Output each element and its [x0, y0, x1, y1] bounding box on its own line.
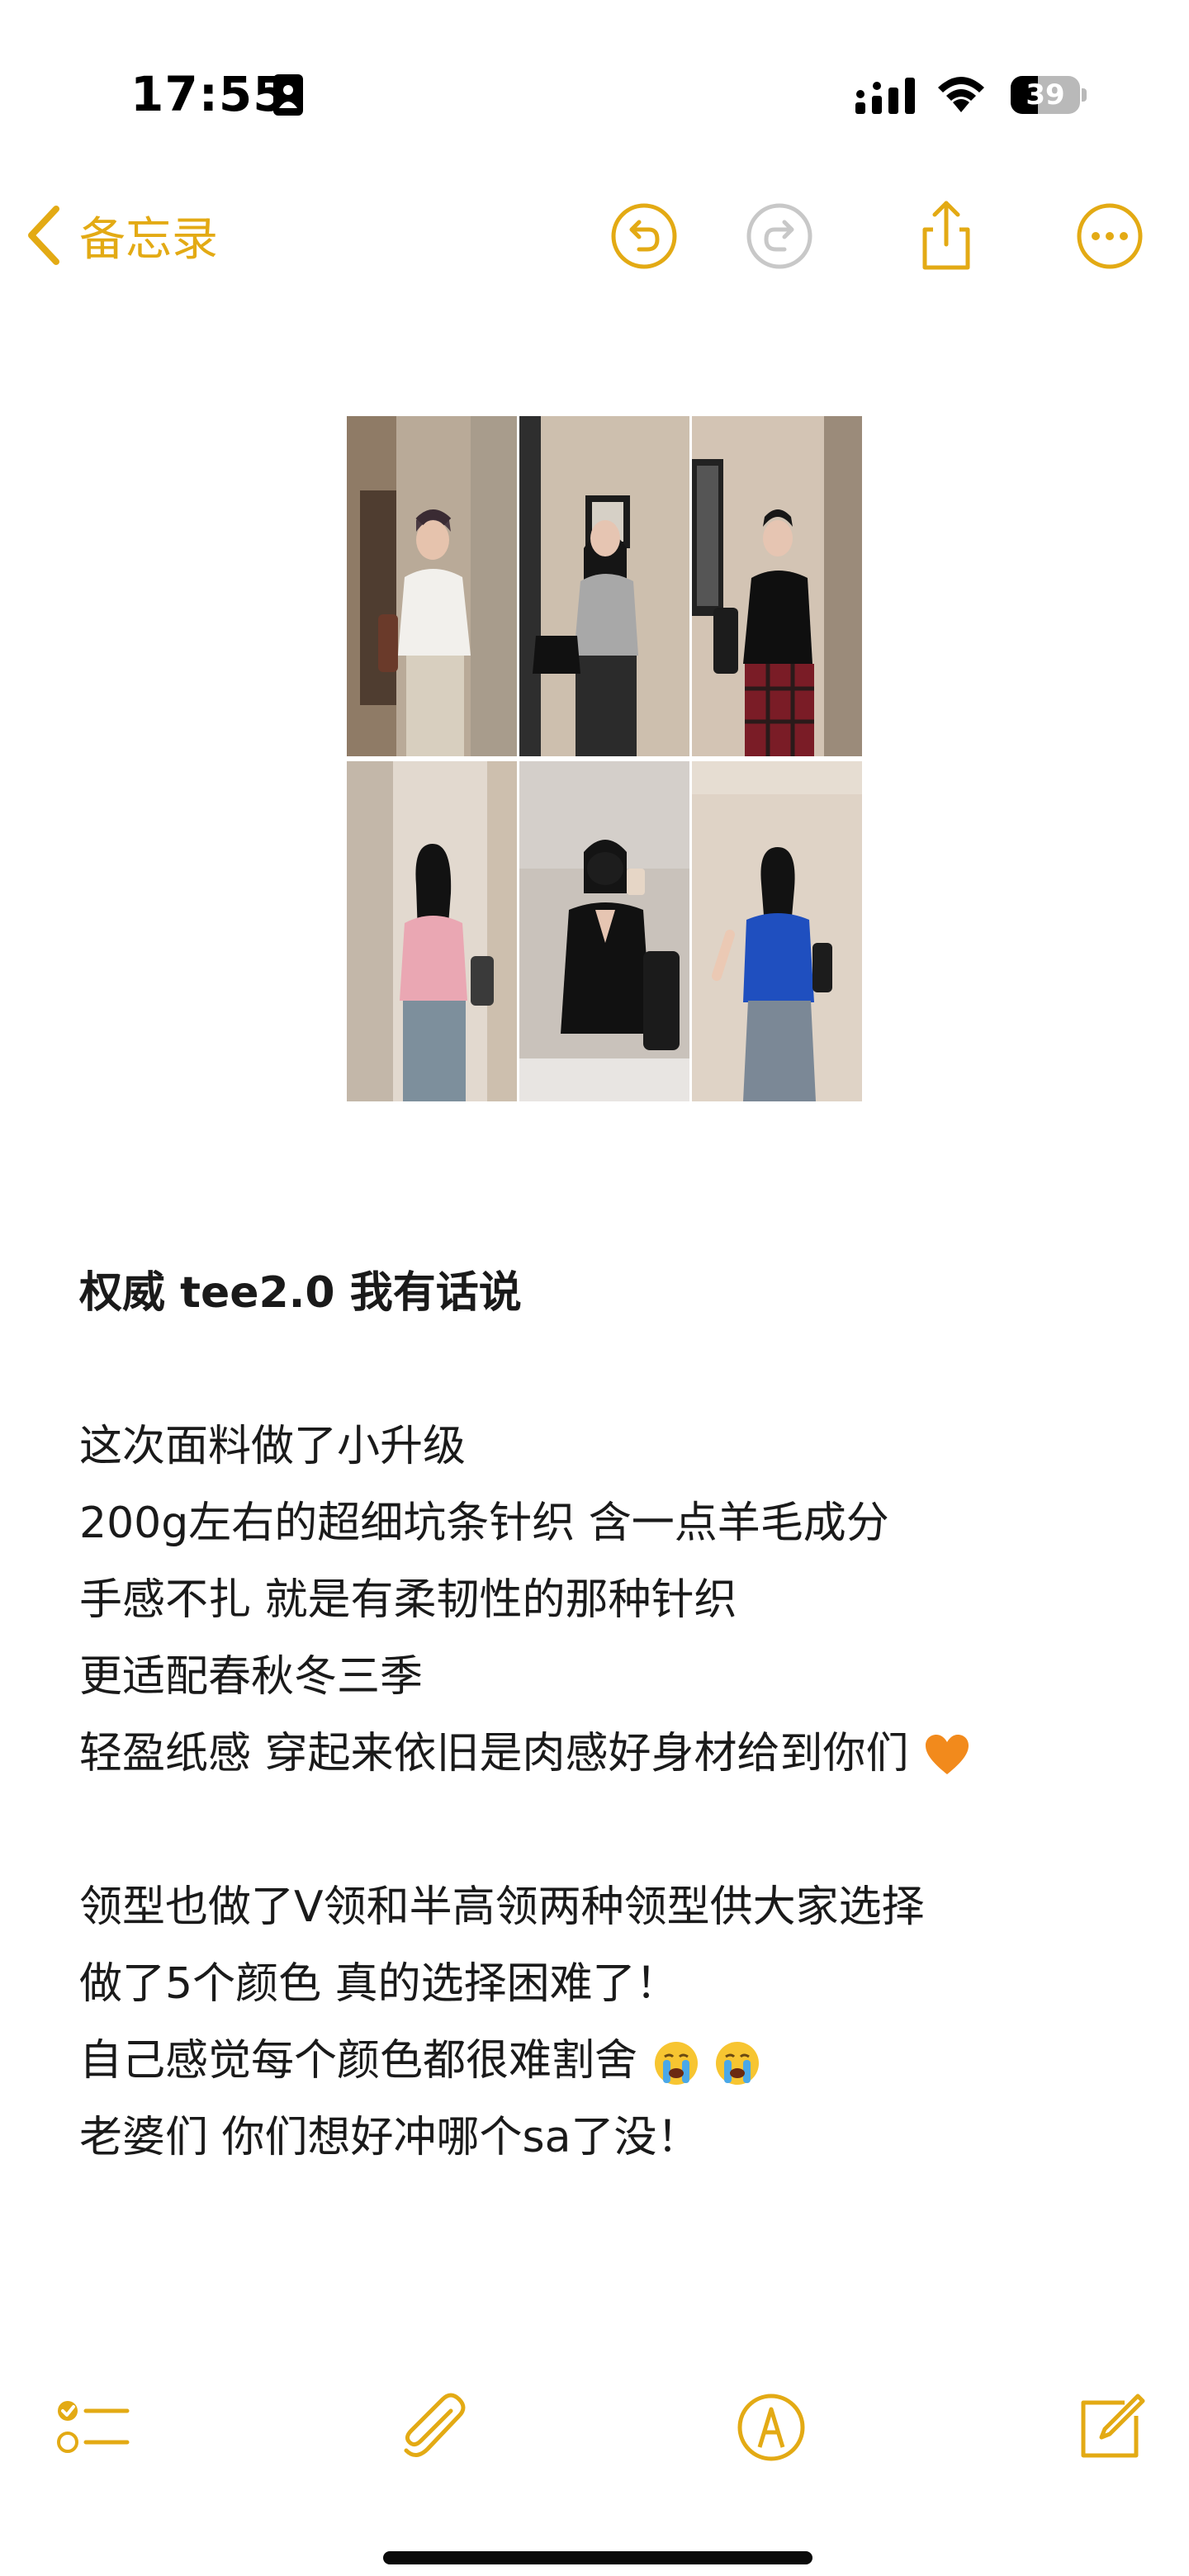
back-button[interactable]: 备忘录 [25, 198, 218, 272]
note-line: 做了5个颜色 真的选择困难了！ [79, 1959, 679, 2009]
attachment-icon[interactable] [391, 2386, 474, 2469]
status-time: 17:55 [130, 66, 287, 122]
note-line: 200g左右的超细坑条针织 含一点羊毛成分 [79, 1499, 889, 1548]
bottom-toolbar [0, 2386, 1189, 2477]
home-indicator[interactable] [383, 2551, 812, 2564]
note-line-text: 轻盈纸感 穿起来依旧是肉感好身材给到你们 [79, 1729, 909, 1778]
photo-collage[interactable] [347, 416, 862, 1101]
chevron-left-icon [28, 206, 59, 265]
photo-pink-top[interactable] [347, 761, 517, 1101]
undo-icon[interactable] [606, 198, 682, 274]
note-body[interactable]: 权威 tee2.0 我有话说 这次面料做了小升级 200g左右的超细坑条针织 含… [79, 1255, 1136, 2176]
photo-white-top[interactable] [347, 416, 517, 756]
markup-icon[interactable] [730, 2386, 812, 2469]
cellular-signal-icon [855, 78, 915, 114]
note-line-with-emoji: 轻盈纸感 穿起来依旧是肉感好身材给到你们 [79, 1716, 1136, 1792]
more-icon[interactable] [1072, 198, 1148, 274]
photo-grey-top[interactable] [519, 416, 689, 756]
id-card-icon [273, 74, 303, 116]
crying-face-icon [654, 2042, 698, 2085]
orange-heart-icon [926, 1735, 969, 1774]
navigation-bar: 备忘录 [0, 182, 1189, 289]
note-line: 这次面料做了小升级 [79, 1422, 467, 1471]
note-line-text: 自己感觉每个颜色都很难割舍 [79, 2036, 638, 2086]
battery-icon: 39 [1011, 76, 1087, 116]
note-line: 手感不扎 就是有柔韧性的那种针织 [79, 1575, 737, 1625]
note-title: 权威 tee2.0 我有话说 [79, 1268, 522, 1318]
note-line: 领型也做了V领和半高领两种领型供大家选择 [79, 1882, 925, 1932]
back-label: 备忘录 [79, 212, 218, 267]
photo-black-top-plaid-skirt[interactable] [692, 416, 862, 756]
note-line-with-emoji: 自己感觉每个颜色都很难割舍 [79, 2023, 1136, 2100]
checklist-icon[interactable] [50, 2386, 132, 2469]
note-line: 老婆们 你们想好冲哪个sa了没！ [79, 2113, 700, 2162]
battery-level: 39 [1026, 78, 1065, 111]
status-bar: 17:55 39 [0, 0, 1189, 165]
crying-face-icon [716, 2042, 760, 2085]
photo-black-vneck-top[interactable] [519, 761, 689, 1101]
share-icon[interactable] [908, 198, 984, 274]
note-line: 更适配春秋冬三季 [79, 1652, 424, 1702]
wifi-icon [938, 77, 984, 112]
photo-blue-top[interactable] [692, 761, 862, 1101]
redo-icon[interactable] [741, 198, 817, 274]
compose-icon[interactable] [1067, 2386, 1149, 2469]
